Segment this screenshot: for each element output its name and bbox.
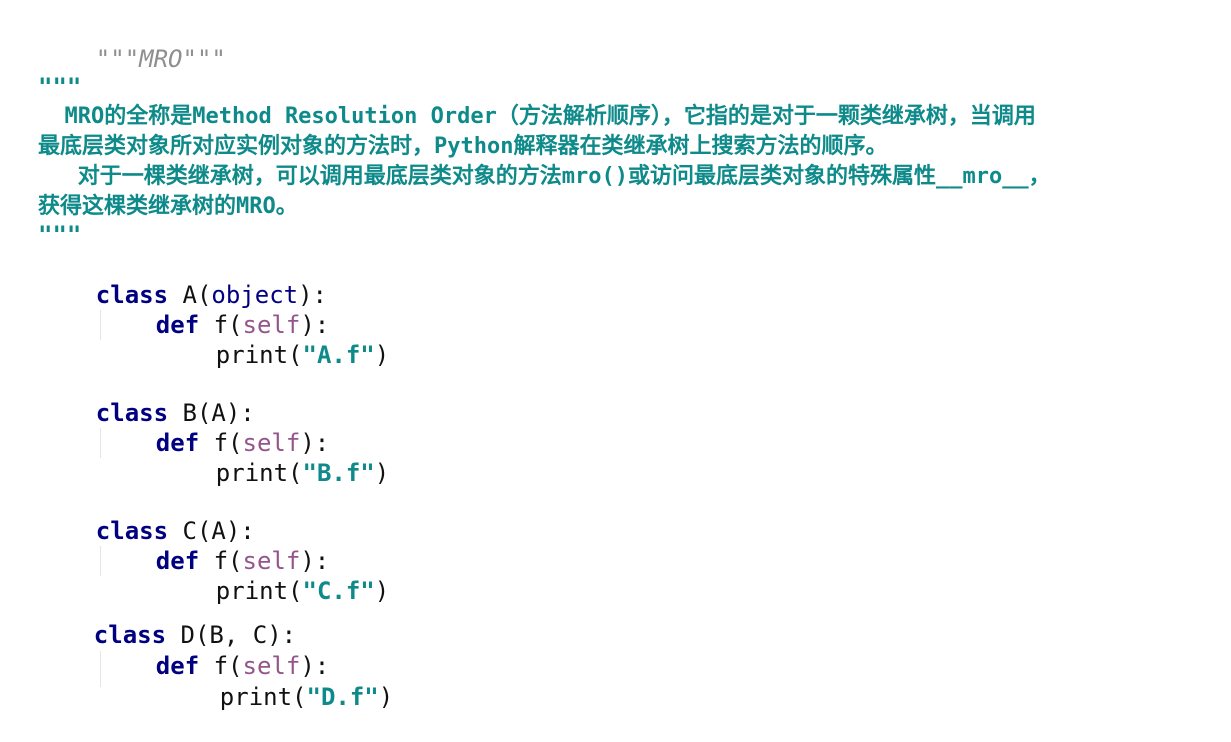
- indent-guide: [100, 310, 101, 340]
- doc-line-3: 对于一棵类继承树，可以调用最底层类对象的方法mro()或访问最底层类对象的特殊属…: [38, 164, 1051, 189]
- doc-block-close: """: [38, 221, 82, 249]
- docstring-close-quotes: """: [182, 45, 226, 73]
- indent-guide: [100, 546, 101, 576]
- indent-guide: [100, 428, 101, 458]
- doc-block-open: """: [38, 73, 82, 101]
- print-call: print(: [219, 683, 307, 711]
- doc-line-4: 获得这棵类继承树的MRO。: [38, 194, 298, 219]
- docstring-open-quotes: """: [95, 45, 140, 73]
- doc-line-2: 最底层类对象所对应实例对象的方法时，Python解释器在类继承树上搜索方法的顺序…: [38, 134, 888, 159]
- string-literal: "D.f": [306, 683, 379, 711]
- code-editor[interactable]: """MRO""" """ MRO的全称是Method Resolution O…: [0, 0, 1231, 711]
- docstring-text: MRO: [139, 45, 183, 73]
- string-literal: "A.f": [302, 341, 375, 369]
- doc-line-1: MRO的全称是Method Resolution Order（方法解析顺序），它…: [38, 104, 1036, 129]
- print-d-line: print("D.f"): [162, 652, 393, 742]
- string-literal: "C.f": [302, 577, 375, 605]
- print-close: ): [374, 577, 390, 605]
- print-call: print(: [215, 459, 303, 487]
- indent-guide: [100, 651, 101, 687]
- print-call: print(: [215, 341, 303, 369]
- print-close: ): [374, 341, 390, 369]
- print-close: ): [378, 683, 394, 711]
- print-close: ): [374, 459, 390, 487]
- string-literal: "B.f": [302, 459, 375, 487]
